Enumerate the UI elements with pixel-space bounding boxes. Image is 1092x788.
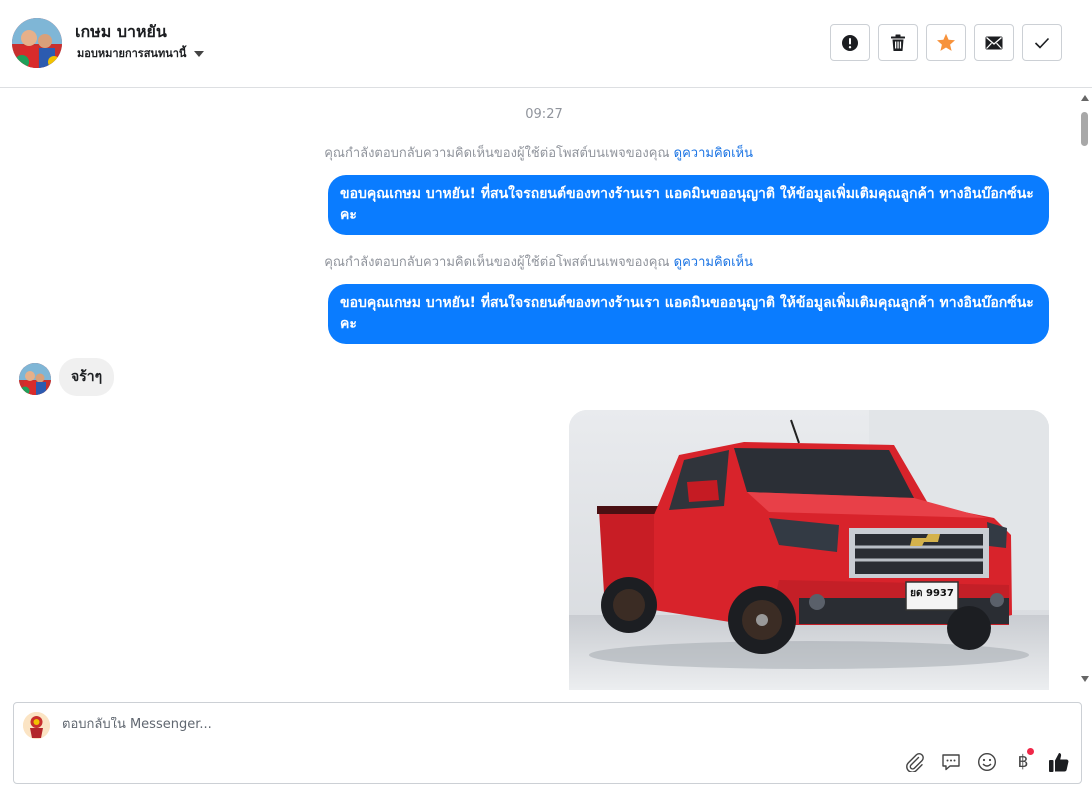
contact-name: เกษม บาหยัน [75, 22, 167, 41]
incoming-message[interactable]: จร้าๆ [59, 358, 115, 396]
assign-label: มอบหมายการสนทนานี้ [77, 47, 187, 60]
thumbs-up-icon [1049, 753, 1069, 772]
avatar-photo [19, 363, 51, 395]
like-button[interactable] [1047, 750, 1071, 774]
message-composer: ฿ [13, 702, 1082, 784]
composer-tools: ฿ [903, 748, 1071, 774]
comment-reply-note: คุณกำลังตอบกลับความคิดเห็นของผู้ใช้ต่อโพ… [324, 251, 753, 272]
message-timestamp: 09:27 [525, 107, 563, 122]
thread-scrollbar[interactable] [1078, 92, 1092, 688]
view-comment-link[interactable]: ดูความคิดเห็น [674, 255, 753, 270]
avatar-photo [12, 18, 62, 68]
scroll-up-arrow-icon[interactable] [1081, 95, 1089, 101]
comment-reply-note: คุณกำลังตอบกลับความคิดเห็นของผู้ใช้ต่อโพ… [324, 142, 753, 163]
page-avatar [23, 712, 50, 739]
note-text: คุณกำลังตอบกลับความคิดเห็นของผู้ใช้ต่อโพ… [324, 146, 674, 161]
done-button[interactable] [1022, 24, 1062, 61]
saved-replies-button[interactable] [939, 750, 963, 774]
smiley-icon [977, 752, 997, 772]
page-logo-icon [23, 712, 50, 739]
outgoing-message[interactable]: ขอบคุณเกษม บาหยัน! ที่สนใจรถยนต์ของทางร้… [328, 284, 1049, 344]
red-pickup-truck-image: ยด 9937 [569, 410, 1049, 690]
chevron-down-icon [194, 50, 205, 57]
payment-button[interactable]: ฿ [1011, 748, 1035, 774]
scroll-down-arrow-icon[interactable] [1081, 676, 1089, 682]
view-comment-link[interactable]: ดูความคิดเห็น [674, 146, 753, 161]
photo-attachment[interactable]: ยด 9937 [569, 410, 1049, 690]
check-icon [1034, 37, 1050, 49]
chat-bubble-icon [942, 754, 960, 771]
mail-icon [985, 36, 1003, 49]
baht-icon: ฿ [1017, 752, 1029, 772]
note-text: คุณกำลังตอบกลับความคิดเห็นของผู้ใช้ต่อโพ… [324, 255, 674, 270]
header-actions [830, 24, 1062, 61]
sender-avatar[interactable] [19, 363, 51, 395]
alert-icon [842, 34, 858, 51]
attach-button[interactable] [903, 750, 927, 774]
delete-button[interactable] [878, 24, 918, 61]
scrollbar-thumb[interactable] [1081, 112, 1088, 146]
conversation-header: เกษม บาหยัน มอบหมายการสนทนานี้ [0, 0, 1092, 88]
notification-dot [1027, 748, 1034, 755]
contact-avatar[interactable] [12, 18, 62, 68]
message-thread[interactable]: 09:27 คุณกำลังตอบกลับความคิดเห็นของผู้ใช… [0, 89, 1078, 690]
mark-unread-button[interactable] [974, 24, 1014, 61]
follow-up-button[interactable] [926, 24, 966, 61]
star-icon [937, 33, 955, 51]
outgoing-message[interactable]: ขอบคุณเกษม บาหยัน! ที่สนใจรถยนต์ของทางร้… [328, 175, 1049, 235]
license-plate-text: ยด 9937 [910, 588, 954, 599]
emoji-button[interactable] [975, 750, 999, 774]
paperclip-icon [906, 753, 924, 772]
spam-button[interactable] [830, 24, 870, 61]
reply-input[interactable] [62, 717, 862, 732]
assign-conversation-dropdown[interactable]: มอบหมายการสนทนานี้ [77, 44, 205, 62]
trash-icon [891, 34, 905, 51]
